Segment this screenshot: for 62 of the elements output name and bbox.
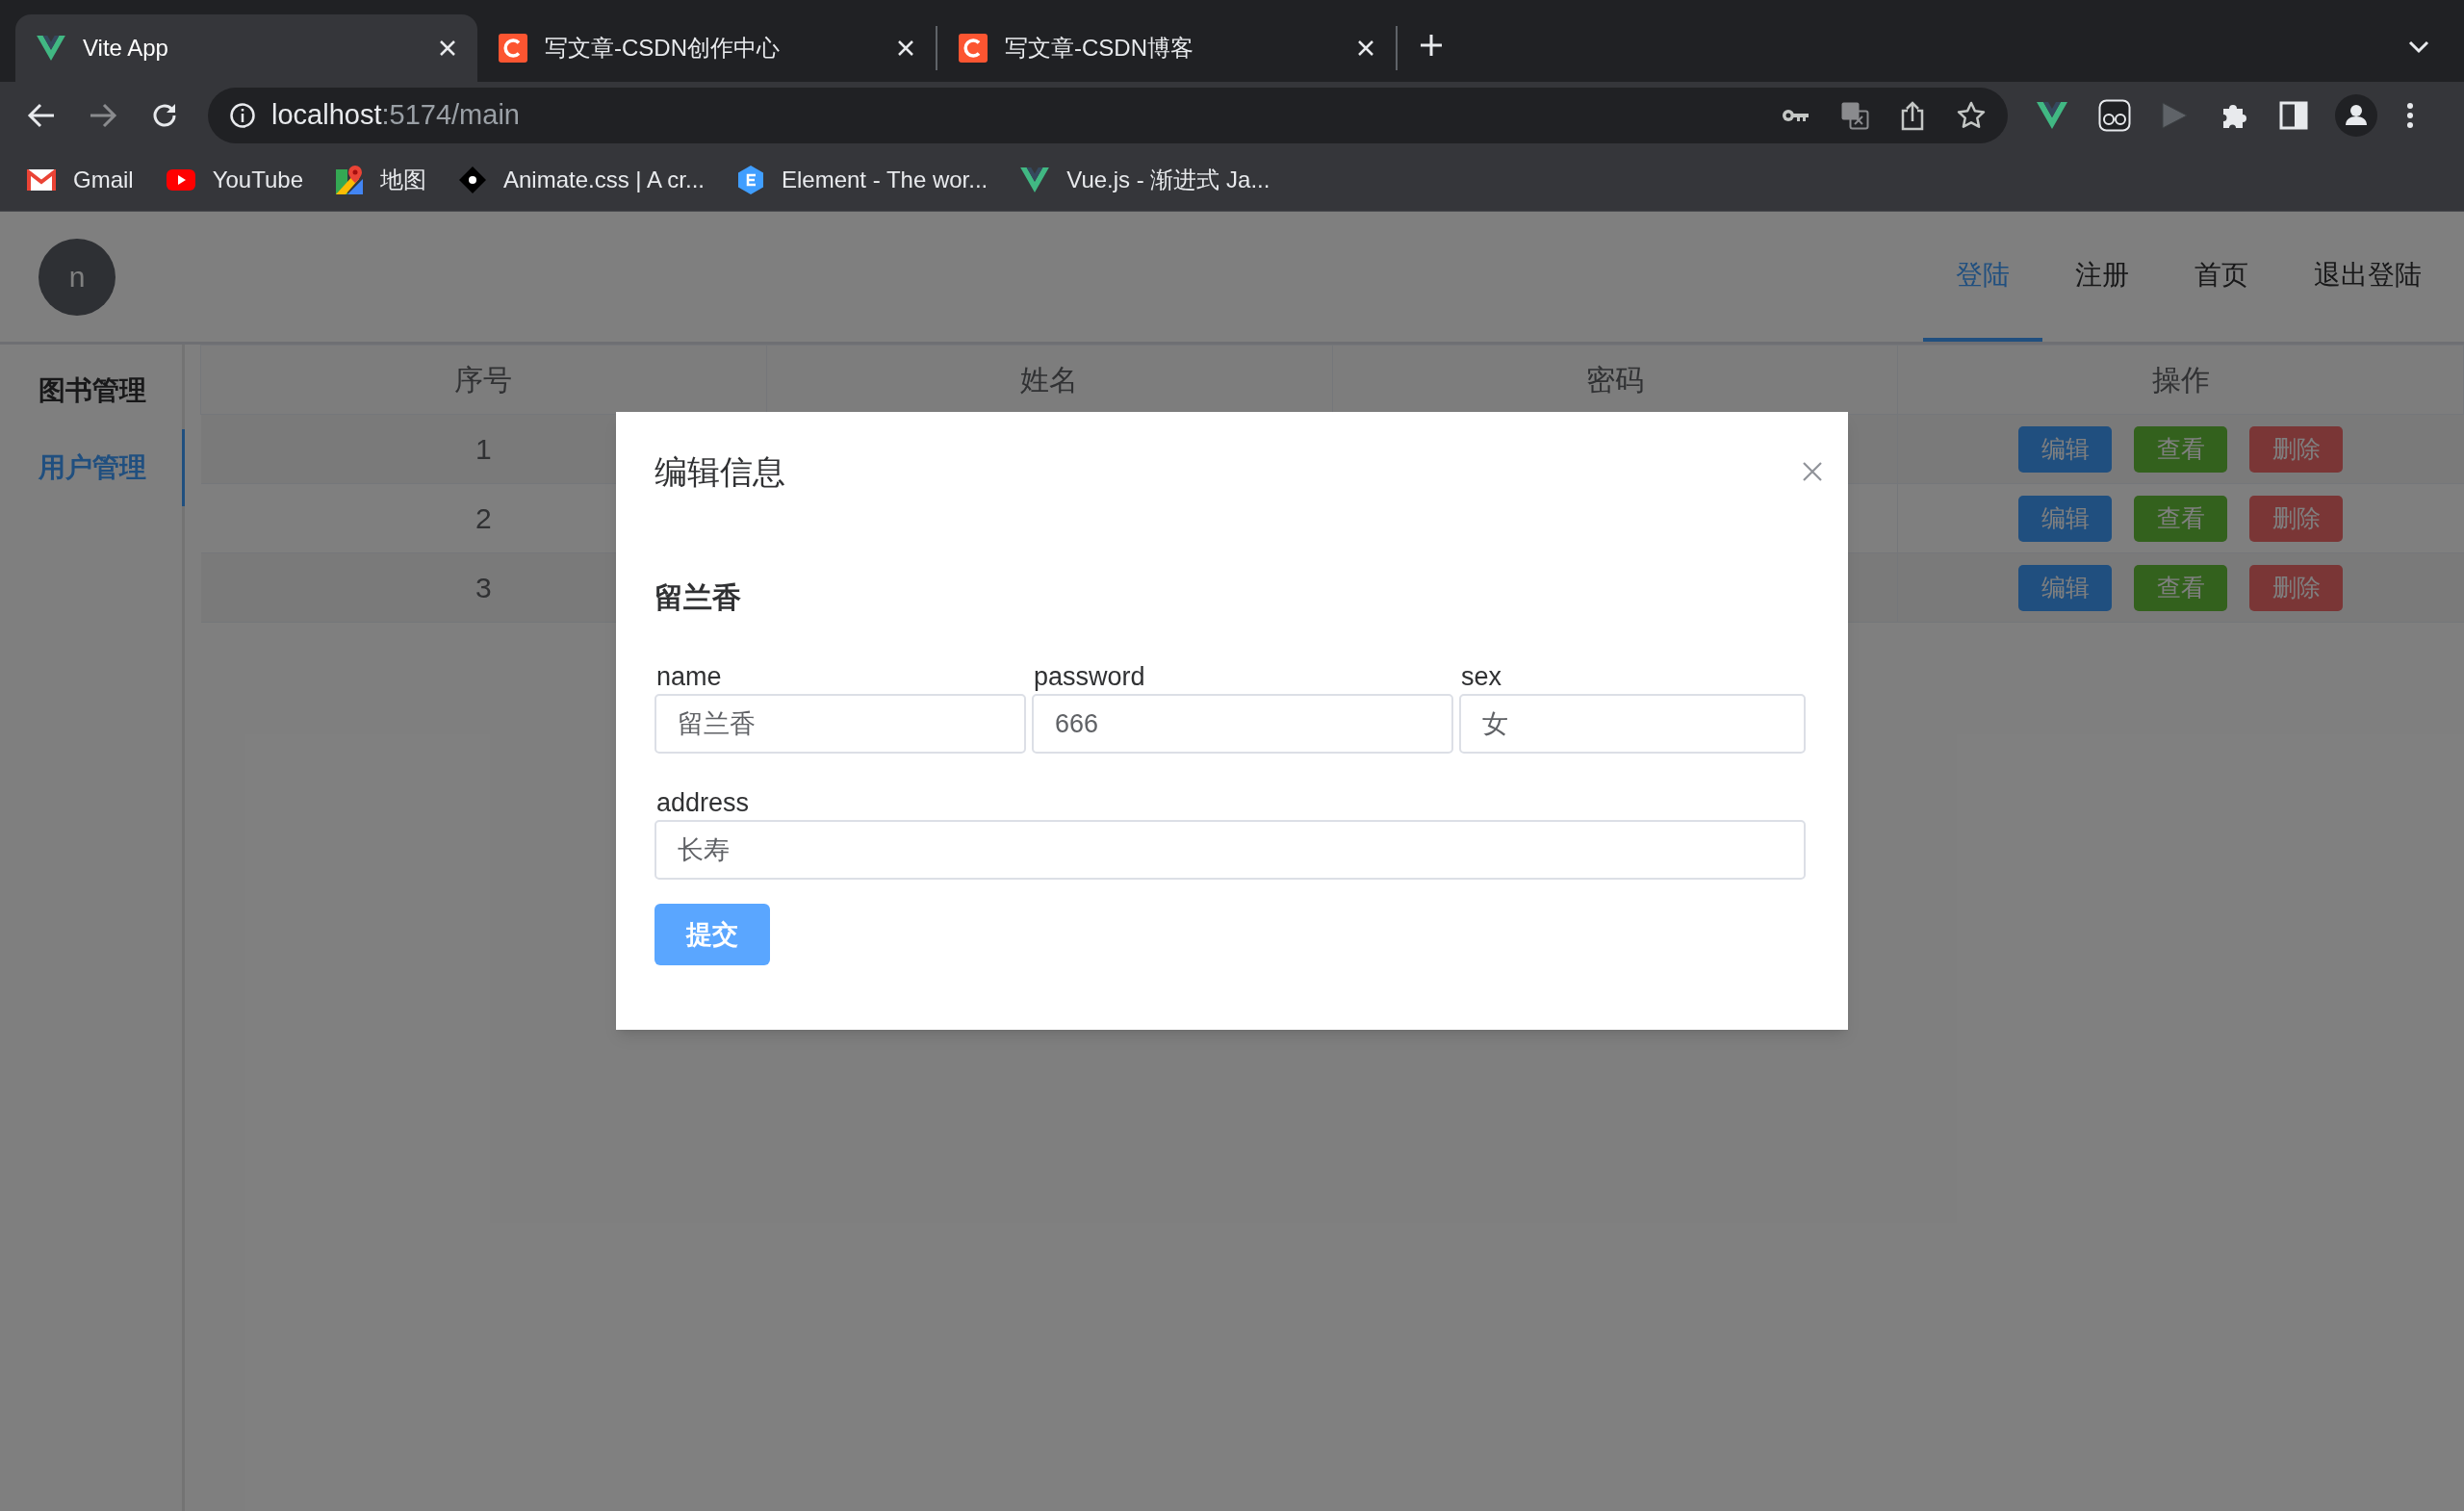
bookmark[interactable]: Animate.css | A cr... [459, 163, 705, 197]
tab-title: Vite App [83, 34, 169, 63]
input-field[interactable]: 女 [1459, 694, 1806, 754]
logo-icon [959, 34, 988, 63]
key-icon[interactable] [1781, 107, 1810, 124]
bookmark-label: Gmail [73, 166, 134, 194]
bookmark-label: Vue.js - 渐进式 Ja... [1066, 166, 1270, 194]
submit-button[interactable]: 提交 [654, 904, 770, 965]
bookmark[interactable]: Gmail [27, 163, 134, 197]
back-icon[interactable] [27, 102, 56, 129]
bookmark[interactable]: Element - The wor... [736, 163, 988, 197]
chevron-down-icon[interactable] [2408, 40, 2429, 54]
browser-tab[interactable]: Vite App [15, 14, 477, 82]
star-icon[interactable] [1956, 100, 1987, 131]
column-header: 序号 [200, 345, 767, 415]
field-label: sex [1461, 661, 1503, 693]
sidebar-item[interactable]: 图书管理 [0, 352, 185, 429]
column-header: 密码 [1332, 345, 1898, 415]
translate-icon[interactable] [1840, 101, 1869, 130]
field-label: password [1034, 661, 1146, 693]
column-header: 操作 [1897, 345, 2464, 415]
address-bar[interactable]: localhost:5174/main [208, 88, 2008, 143]
menu-icon[interactable] [2406, 102, 2414, 129]
bookmark-label: Animate.css | A cr... [503, 166, 705, 194]
input-field[interactable]: 长寿 [654, 820, 1806, 880]
info-icon [229, 102, 256, 129]
v-logo-icon [1020, 167, 1050, 192]
diamond-icon [459, 166, 486, 193]
sidebar-icon[interactable] [2279, 101, 2308, 130]
v-logo-icon[interactable] [2037, 102, 2067, 129]
dialog-heading: 留兰香 [654, 580, 742, 615]
map-pin-icon [336, 166, 363, 194]
bookmark-label: 地图 [380, 166, 426, 194]
input-field[interactable]: 666 [1032, 694, 1453, 754]
bookmark-label: YouTube [212, 166, 303, 194]
forward-icon[interactable] [89, 102, 117, 129]
play-icon [166, 169, 195, 191]
logo-icon [499, 34, 527, 63]
bookmark[interactable]: YouTube [166, 163, 303, 197]
mail-icon [27, 169, 56, 191]
column-header: 姓名 [766, 345, 1332, 415]
field-label: name [656, 661, 723, 693]
tab-title: 写文章-CSDN创作中心 [545, 34, 781, 63]
hexagon-icon [736, 166, 764, 194]
glasses-icon[interactable] [2098, 99, 2131, 132]
bookmark[interactable]: 地图 [336, 163, 426, 197]
input-field[interactable]: 留兰香 [654, 694, 1026, 754]
browser-tab[interactable]: 写文章-CSDN博客 [937, 26, 1398, 70]
nav-item[interactable]: 首页 [2162, 212, 2281, 342]
share-icon[interactable] [1900, 100, 1925, 131]
v-logo-icon [37, 36, 65, 61]
new-tab-icon[interactable] [1419, 33, 1444, 58]
avatar: n [38, 238, 116, 316]
bookmark-label: Element - The wor... [781, 166, 988, 194]
browser-tab[interactable]: 写文章-CSDN创作中心 [477, 26, 937, 70]
bookmark[interactable]: Vue.js - 渐进式 Ja... [1020, 163, 1270, 197]
nav-item[interactable]: 注册 [2042, 212, 2162, 342]
url-text: localhost:5174/main [271, 98, 520, 133]
field-label: address [656, 787, 751, 819]
nav-item[interactable]: 退出登陆 [2281, 212, 2454, 342]
tab-title: 写文章-CSDN博客 [1005, 34, 1194, 63]
profile-icon[interactable] [2335, 94, 2377, 137]
